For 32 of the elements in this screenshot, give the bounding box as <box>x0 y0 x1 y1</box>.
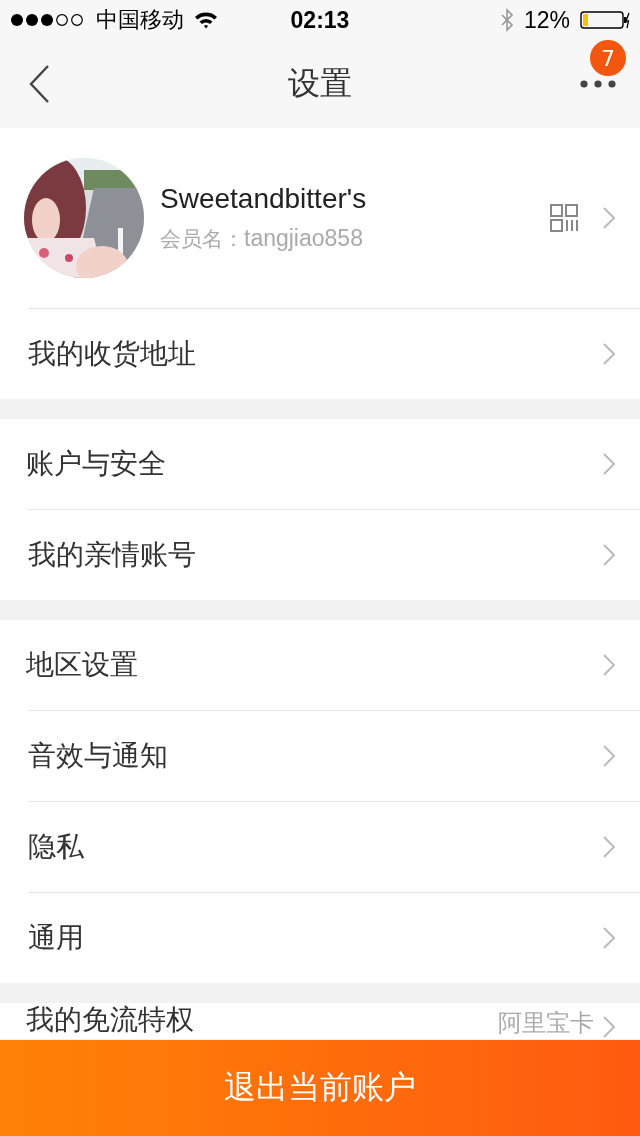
chevron-icon <box>602 744 616 768</box>
clock-time: 02:13 <box>290 6 350 34</box>
settings-row[interactable]: 通用 <box>28 892 640 983</box>
chevron-icon <box>602 452 616 476</box>
member-label: 会员名： <box>160 226 244 253</box>
more-icon <box>580 80 616 88</box>
bluetooth-icon <box>499 8 514 32</box>
chevron-icon <box>602 835 616 859</box>
notification-badge: 7 <box>590 40 626 76</box>
settings-row[interactable]: 地区设置 <box>0 620 640 710</box>
chevron-icon <box>602 653 616 677</box>
wifi-icon <box>194 11 218 29</box>
settings-row[interactable]: 音效与通知 <box>28 710 640 801</box>
member-id: tangjiao858 <box>244 225 363 253</box>
row-value: 阿里宝卡 <box>498 1008 594 1039</box>
qr-code-icon[interactable] <box>550 204 578 232</box>
settings-row[interactable]: 我的免流特权 阿里宝卡 <box>0 1003 640 1039</box>
page-title: 设置 <box>288 63 352 104</box>
profile-row[interactable]: Sweetandbitter's 会员名：tangjiao858 <box>0 128 640 308</box>
battery-icon <box>580 10 630 30</box>
settings-row[interactable]: 隐私 <box>28 801 640 892</box>
chevron-icon <box>602 543 616 567</box>
battery-percent: 12% <box>523 6 570 34</box>
chevron-icon <box>602 342 616 366</box>
chevron-icon <box>602 926 616 950</box>
settings-row[interactable]: 账户与安全 <box>0 419 640 509</box>
carrier-name: 中国移动 <box>96 6 184 34</box>
settings-row[interactable]: 我的亲情账号 <box>28 509 640 600</box>
chevron-icon <box>602 1015 616 1039</box>
user-name: Sweetandbitter's <box>160 183 368 215</box>
chevron-icon <box>602 206 616 230</box>
signal-icon <box>10 13 86 27</box>
